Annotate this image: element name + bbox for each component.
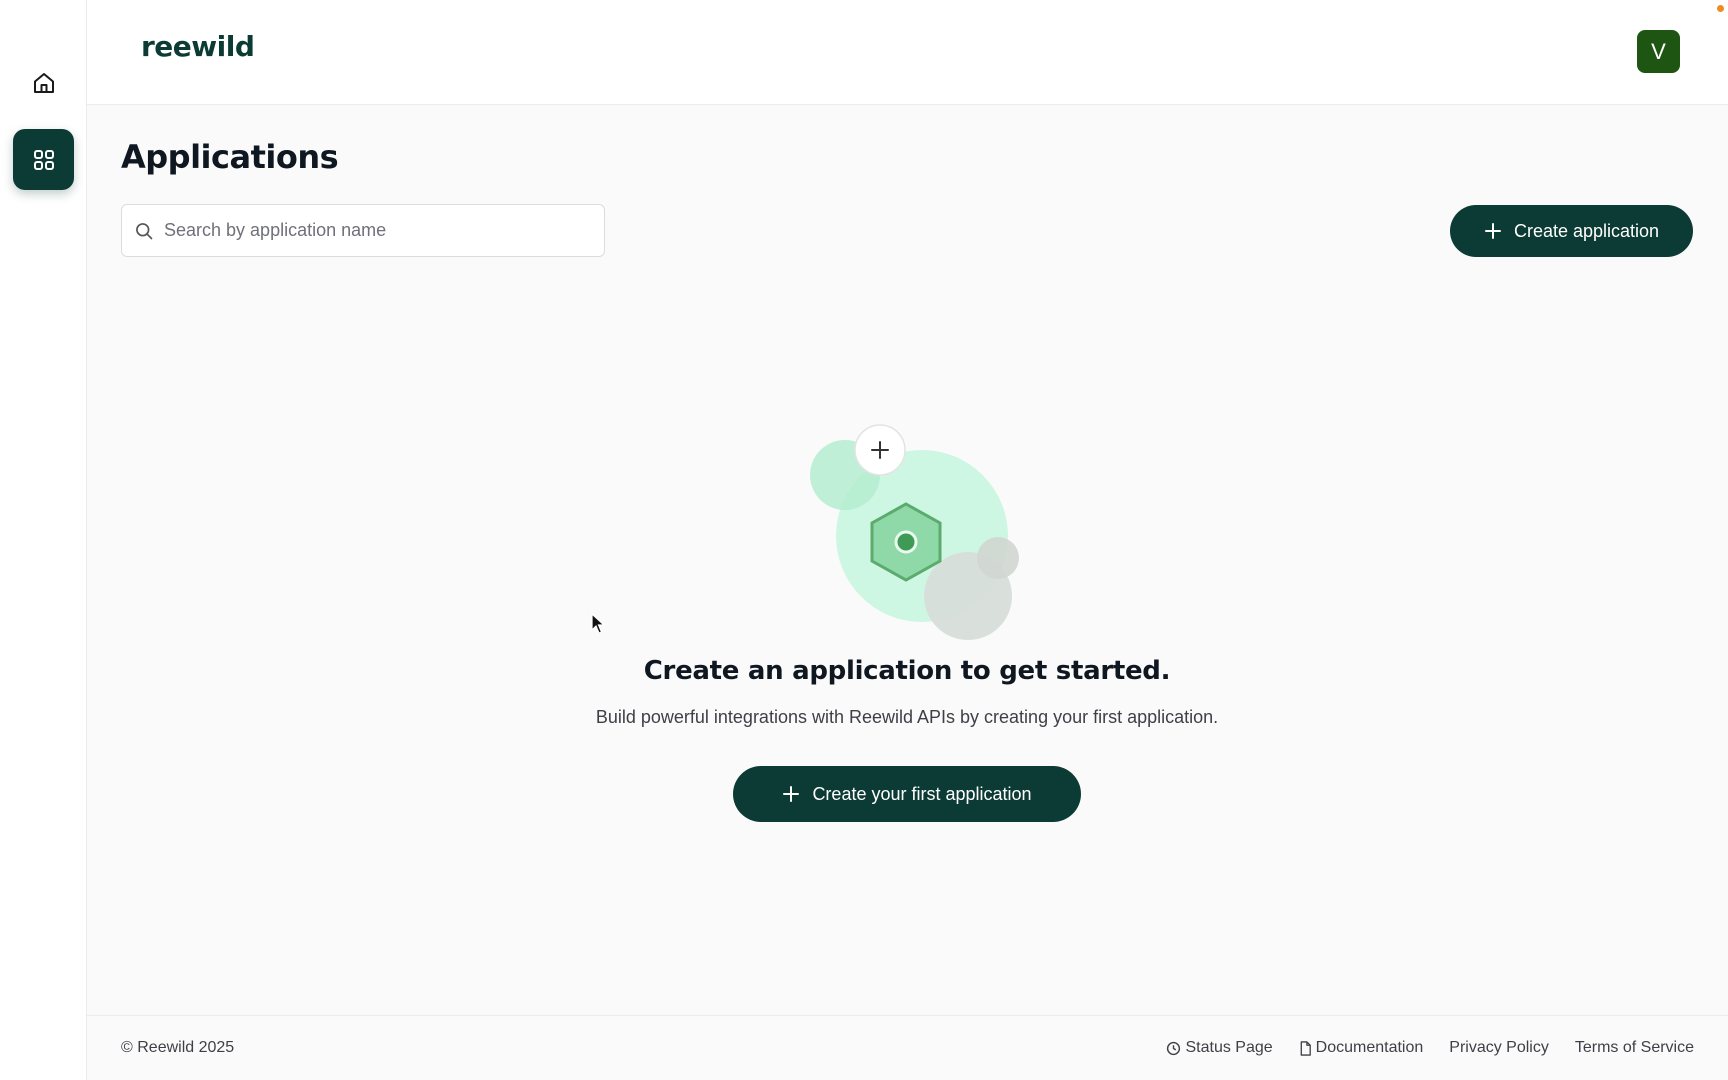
empty-state-title: Create an application to get started.	[643, 656, 1171, 686]
document-icon	[1300, 1040, 1311, 1056]
clock-icon	[1167, 1041, 1181, 1055]
page-title: Applications	[121, 138, 339, 176]
plus-icon	[1484, 223, 1501, 239]
footer-links: Status Page Documentation Privacy Policy…	[1166, 1039, 1694, 1057]
copyright-text: © Reewild 2025	[121, 1039, 235, 1056]
search-icon	[136, 222, 153, 239]
status-page-label: Status Page	[1185, 1039, 1273, 1056]
search-input[interactable]	[164, 220, 584, 241]
plus-icon	[783, 786, 800, 802]
mouse-cursor-icon	[591, 613, 606, 634]
search-box[interactable]	[121, 204, 605, 257]
user-avatar[interactable]: V	[1637, 30, 1680, 73]
create-first-application-button[interactable]: Create your first application	[733, 766, 1081, 822]
top-bar: reewild V	[87, 0, 1728, 105]
privacy-policy-link[interactable]: Privacy Policy	[1449, 1039, 1549, 1057]
empty-state-illustration	[810, 424, 1019, 640]
sidebar-item-applications[interactable]	[13, 129, 74, 190]
sidebar	[0, 0, 87, 1080]
create-application-button[interactable]: Create application	[1450, 205, 1693, 257]
create-first-application-label: Create your first application	[812, 783, 1032, 804]
status-page-link[interactable]: Status Page	[1166, 1039, 1273, 1057]
sidebar-item-home[interactable]	[13, 52, 74, 113]
notification-dot	[1717, 5, 1724, 12]
terms-of-service-link[interactable]: Terms of Service	[1575, 1039, 1694, 1057]
reewild-logo[interactable]: reewild	[141, 30, 255, 63]
home-icon	[33, 72, 54, 93]
create-application-label: Create application	[1513, 220, 1660, 241]
grid-icon	[33, 149, 54, 170]
documentation-link[interactable]: Documentation	[1299, 1039, 1424, 1057]
empty-state-subtitle: Build powerful integrations with Reewild…	[595, 707, 1219, 727]
footer: © Reewild 2025 Status Page Documentation…	[87, 1015, 1728, 1080]
documentation-label: Documentation	[1315, 1039, 1424, 1056]
